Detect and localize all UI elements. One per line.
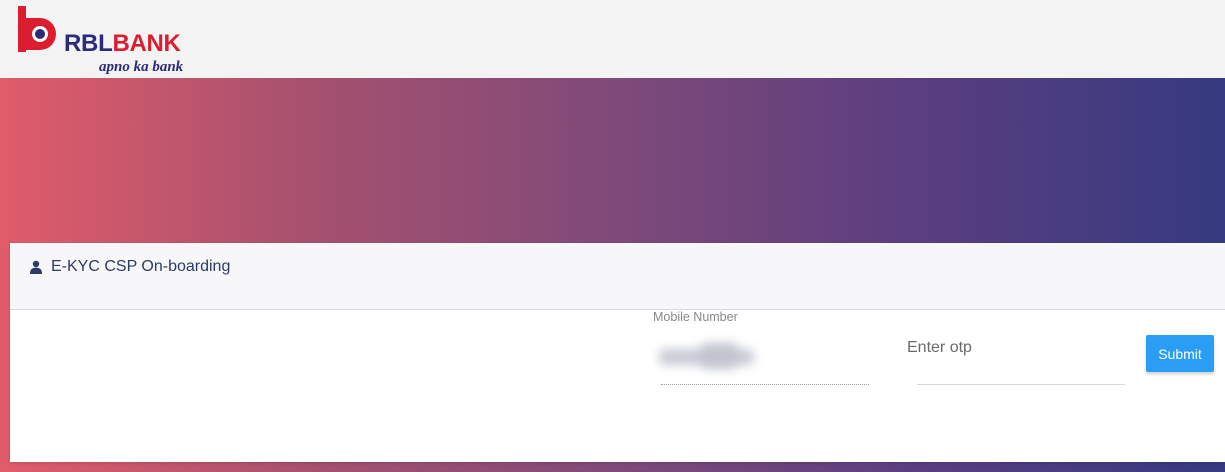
user-icon xyxy=(30,260,42,274)
mobile-number-underline xyxy=(661,384,869,385)
otp-underline xyxy=(917,384,1125,385)
rbl-logo-mark-icon xyxy=(18,6,56,52)
logo-brand-text: RBLBANK xyxy=(64,30,181,58)
submit-button[interactable]: Submit xyxy=(1146,335,1214,372)
mobile-number-field[interactable] xyxy=(659,341,759,373)
logo-brand-bank: BANK xyxy=(112,30,181,57)
onboarding-card: E-KYC CSP On-boarding Mobile Number Subm… xyxy=(10,243,1225,462)
rbl-bank-logo[interactable]: RBLBANK apno ka bank xyxy=(18,6,198,76)
top-header: RBLBANK apno ka bank xyxy=(0,0,1225,78)
card-header: E-KYC CSP On-boarding xyxy=(10,243,1225,310)
logo-brand-rbl: RBL xyxy=(64,30,113,57)
otp-input[interactable] xyxy=(907,334,1119,362)
blurred-value xyxy=(659,343,754,369)
card-title: E-KYC CSP On-boarding xyxy=(51,258,231,275)
mobile-number-label: Mobile Number xyxy=(653,310,738,324)
logo-tagline: apno ka bank xyxy=(99,59,184,75)
